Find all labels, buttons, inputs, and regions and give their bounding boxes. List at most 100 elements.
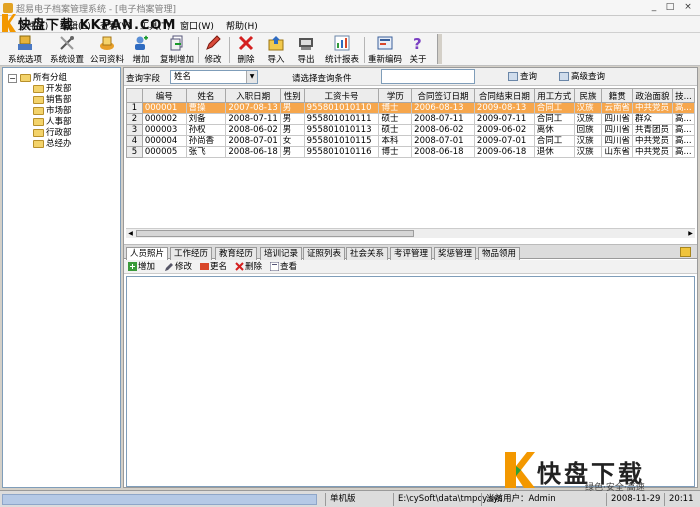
statistics-report-button[interactable]: 统计报表 (323, 35, 361, 65)
query-button[interactable]: 查询 (508, 70, 537, 84)
system-settings-button[interactable]: 系统设置 (48, 35, 86, 65)
table-cell[interactable]: 男 (279, 146, 305, 158)
table-cell[interactable]: 2009-07-11 (473, 113, 535, 125)
tab-education[interactable]: 教育经历 (215, 247, 258, 260)
table-cell[interactable]: 2009-07-01 (473, 135, 535, 147)
column-header[interactable]: 合同签订日期 (411, 88, 475, 103)
table-cell[interactable]: 000003 (141, 124, 187, 136)
row-number[interactable]: 5 (126, 146, 143, 158)
table-cell[interactable]: 汉族 (573, 146, 603, 158)
row-number[interactable]: 1 (126, 102, 143, 114)
column-header[interactable]: 姓名 (185, 88, 227, 103)
tab-work-history[interactable]: 工作经历 (170, 247, 213, 260)
table-cell[interactable]: 955801010110 (303, 102, 380, 114)
table-cell[interactable]: 博士 (378, 146, 413, 158)
row-number[interactable]: 3 (126, 124, 143, 136)
column-header[interactable]: 入职日期 (225, 88, 281, 103)
photo-delete-button[interactable]: 删除 (235, 262, 262, 272)
table-cell[interactable]: 汉族 (573, 102, 603, 114)
tab-item-collection[interactable]: 物品领用 (478, 247, 521, 260)
table-row[interactable]: 3 000003 孙权 2008-06-02 男 955801010113 硕士 2008-0… (126, 124, 695, 136)
tree-collapse-icon[interactable]: − (8, 74, 17, 83)
column-header[interactable]: 民族 (573, 88, 603, 103)
table-cell[interactable]: 000002 (141, 113, 187, 125)
import-button[interactable]: 导入 (265, 35, 287, 65)
menu-window[interactable]: 窗口(W) (180, 19, 214, 32)
tree-item-marketing[interactable]: 市场部 (33, 106, 72, 116)
delete-button[interactable]: 删除 (234, 35, 258, 65)
column-header[interactable]: 性别 (279, 88, 305, 103)
photo-add-button[interactable]: 增加 (128, 262, 155, 272)
table-row[interactable]: 5 000005 张飞 2008-06-18 男 955801010116 博士 2008-0… (126, 146, 695, 158)
table-cell[interactable]: 2008-07-11 (225, 113, 281, 125)
table-cell[interactable]: 2008-06-18 (225, 146, 281, 158)
horizontal-scrollbar[interactable]: ◀ ▶ (126, 228, 695, 238)
scroll-left-icon[interactable]: ◀ (126, 229, 135, 238)
table-cell[interactable]: 孙权 (185, 124, 227, 136)
scrollbar-thumb[interactable] (136, 230, 414, 237)
table-cell[interactable]: 汉族 (573, 135, 603, 147)
table-cell[interactable]: 硕士 (378, 124, 413, 136)
tree-root[interactable]: 所有分组 (20, 73, 67, 83)
table-cell[interactable]: 高... (671, 102, 695, 114)
column-header[interactable]: 合同结束日期 (473, 88, 535, 103)
advanced-query-button[interactable]: 高级查询 (559, 70, 605, 84)
table-cell[interactable]: 退休 (533, 146, 575, 158)
table-cell[interactable]: 男 (279, 124, 305, 136)
tab-evaluation[interactable]: 考评管理 (390, 247, 433, 260)
table-cell[interactable]: 中共党员 (631, 135, 673, 147)
table-cell[interactable]: 2008-06-02 (411, 124, 475, 136)
table-cell[interactable]: 中共党员 (631, 146, 673, 158)
column-header[interactable]: 政治面貌 (631, 88, 673, 103)
table-cell[interactable]: 2008-07-01 (411, 135, 475, 147)
table-cell[interactable]: 2008-07-01 (225, 135, 281, 147)
table-cell[interactable]: 955801010115 (303, 135, 380, 147)
table-cell[interactable]: 2009-06-02 (473, 124, 535, 136)
table-cell[interactable]: 955801010113 (303, 124, 380, 136)
table-cell[interactable]: 孙尚香 (185, 135, 227, 147)
table-row[interactable]: 4 000004 孙尚香 2008-07-01 女 955801010115 本科 2008-… (126, 135, 695, 147)
about-button[interactable]: ? 关于 (407, 35, 429, 65)
column-header[interactable]: 编号 (141, 88, 187, 103)
search-field-select[interactable]: 姓名 ▼ (170, 70, 258, 84)
table-cell[interactable]: 2007-08-13 (225, 102, 281, 114)
table-cell[interactable]: 2006-08-13 (411, 102, 475, 114)
table-cell[interactable]: 2009-08-13 (473, 102, 535, 114)
table-cell[interactable]: 000001 (141, 102, 187, 114)
row-number[interactable]: 2 (126, 113, 143, 125)
table-cell[interactable]: 2008-07-11 (411, 113, 475, 125)
tab-social-relations[interactable]: 社会关系 (346, 247, 389, 260)
tree-item-admin[interactable]: 行政部 (33, 128, 72, 138)
column-header[interactable]: 籍贯 (601, 88, 633, 103)
tree-item-hr[interactable]: 人事部 (33, 117, 72, 127)
table-row[interactable]: 1 000001 曹操 2007-08-13 男 955801010110 博士 2006-0… (126, 102, 695, 114)
table-cell[interactable]: 955801010111 (303, 113, 380, 125)
table-cell[interactable]: 高... (671, 135, 695, 147)
table-cell[interactable]: 女 (279, 135, 305, 147)
table-cell[interactable]: 硕士 (378, 113, 413, 125)
table-cell[interactable]: 955801010116 (303, 146, 380, 158)
tab-training[interactable]: 培训记录 (260, 247, 303, 260)
tab-certificates[interactable]: 证照列表 (303, 247, 346, 260)
folder-icon[interactable] (680, 247, 691, 257)
tree-item-sales[interactable]: 销售部 (33, 95, 72, 105)
edit-button[interactable]: 修改 (202, 35, 224, 65)
photo-rename-button[interactable]: 更名 (200, 262, 227, 272)
column-header[interactable]: 工资卡号 (303, 88, 380, 103)
table-cell[interactable]: 四川省 (601, 124, 633, 136)
table-cell[interactable]: 四川省 (601, 135, 633, 147)
search-input[interactable] (381, 69, 475, 84)
table-cell[interactable]: 男 (279, 113, 305, 125)
table-cell[interactable]: 离休 (533, 124, 575, 136)
column-header[interactable]: 学历 (378, 88, 413, 103)
table-cell[interactable]: 000004 (141, 135, 187, 147)
table-row[interactable]: 2 000002 刘备 2008-07-11 男 955801010111 硕士 2008-0… (126, 113, 695, 125)
table-cell[interactable]: 山东省 (601, 146, 633, 158)
table-cell[interactable]: 高... (671, 113, 695, 125)
table-cell[interactable]: 合同工 (533, 113, 575, 125)
table-cell[interactable]: 共青团员 (631, 124, 673, 136)
column-header[interactable]: 用工方式 (533, 88, 575, 103)
table-cell[interactable]: 高... (671, 146, 695, 158)
table-cell[interactable]: 曹操 (185, 102, 227, 114)
table-cell[interactable]: 高... (671, 124, 695, 136)
